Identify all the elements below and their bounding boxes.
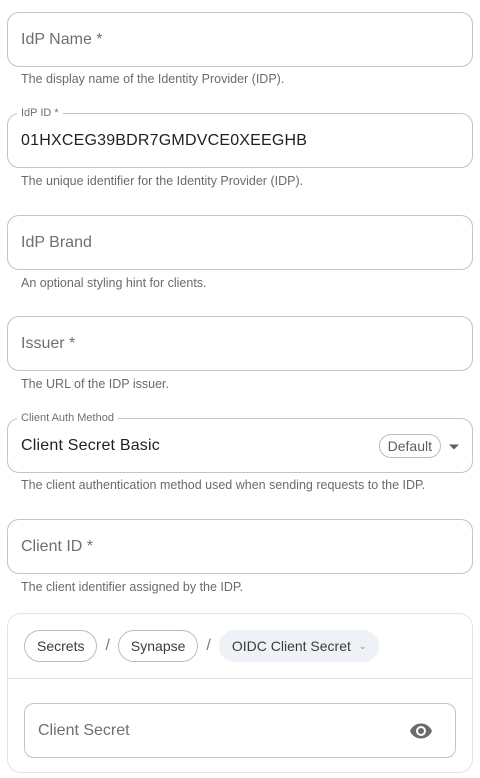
chevron-down-icon: ⌄ xyxy=(358,640,367,651)
client-id-helper: The client identifier assigned by the ID… xyxy=(21,580,244,594)
idp-brand-placeholder: IdP Brand xyxy=(21,233,92,251)
issuer-helper: The URL of the IDP issuer. xyxy=(21,377,169,391)
client-auth-method-value: Client Secret Basic xyxy=(21,436,160,454)
eye-icon[interactable] xyxy=(409,719,433,743)
breadcrumb-separator: / xyxy=(206,637,211,654)
idp-name-placeholder: IdP Name * xyxy=(21,30,103,48)
breadcrumb-oidc-label: OIDC Client Secret xyxy=(231,638,351,654)
idp-id-value: 01HXCEG39BDR7GMDVCE0XEEGHB xyxy=(21,131,308,149)
client-auth-method-helper: The client authentication method used wh… xyxy=(21,478,426,492)
dropdown-arrow-icon[interactable] xyxy=(449,444,459,449)
client-secret-field[interactable]: Client Secret xyxy=(24,703,456,758)
idp-id-field[interactable]: IdP ID * 01HXCEG39BDR7GMDVCE0XEEGHB xyxy=(7,106,473,168)
client-auth-method-label: Client Auth Method xyxy=(17,411,118,425)
idp-brand-helper: An optional styling hint for clients. xyxy=(21,276,207,290)
idp-brand-field[interactable]: IdP Brand xyxy=(7,215,473,270)
divider xyxy=(8,678,472,679)
default-badge: Default xyxy=(378,433,441,458)
idp-id-label: IdP ID * xyxy=(17,106,63,120)
client-secret-placeholder: Client Secret xyxy=(38,721,130,739)
issuer-field[interactable]: Issuer * xyxy=(7,316,473,371)
breadcrumb-synapse[interactable]: Synapse xyxy=(117,630,199,662)
breadcrumb-oidc-client-secret[interactable]: OIDC Client Secret ⌄ xyxy=(218,630,380,662)
idp-name-helper: The display name of the Identity Provide… xyxy=(21,72,285,86)
idp-name-field[interactable]: IdP Name * xyxy=(7,12,473,67)
client-id-placeholder: Client ID * xyxy=(21,537,94,555)
idp-id-helper: The unique identifier for the Identity P… xyxy=(21,174,304,188)
breadcrumb-separator: / xyxy=(105,637,110,654)
issuer-placeholder: Issuer * xyxy=(21,334,76,352)
breadcrumb: Secrets / Synapse / OIDC Client Secret ⌄ xyxy=(24,630,380,662)
client-id-field[interactable]: Client ID * xyxy=(7,519,473,574)
client-auth-method-select[interactable]: Client Auth Method Client Secret Basic D… xyxy=(7,411,473,473)
client-secret-card: Secrets / Synapse / OIDC Client Secret ⌄… xyxy=(7,613,473,773)
breadcrumb-secrets[interactable]: Secrets xyxy=(24,630,98,662)
